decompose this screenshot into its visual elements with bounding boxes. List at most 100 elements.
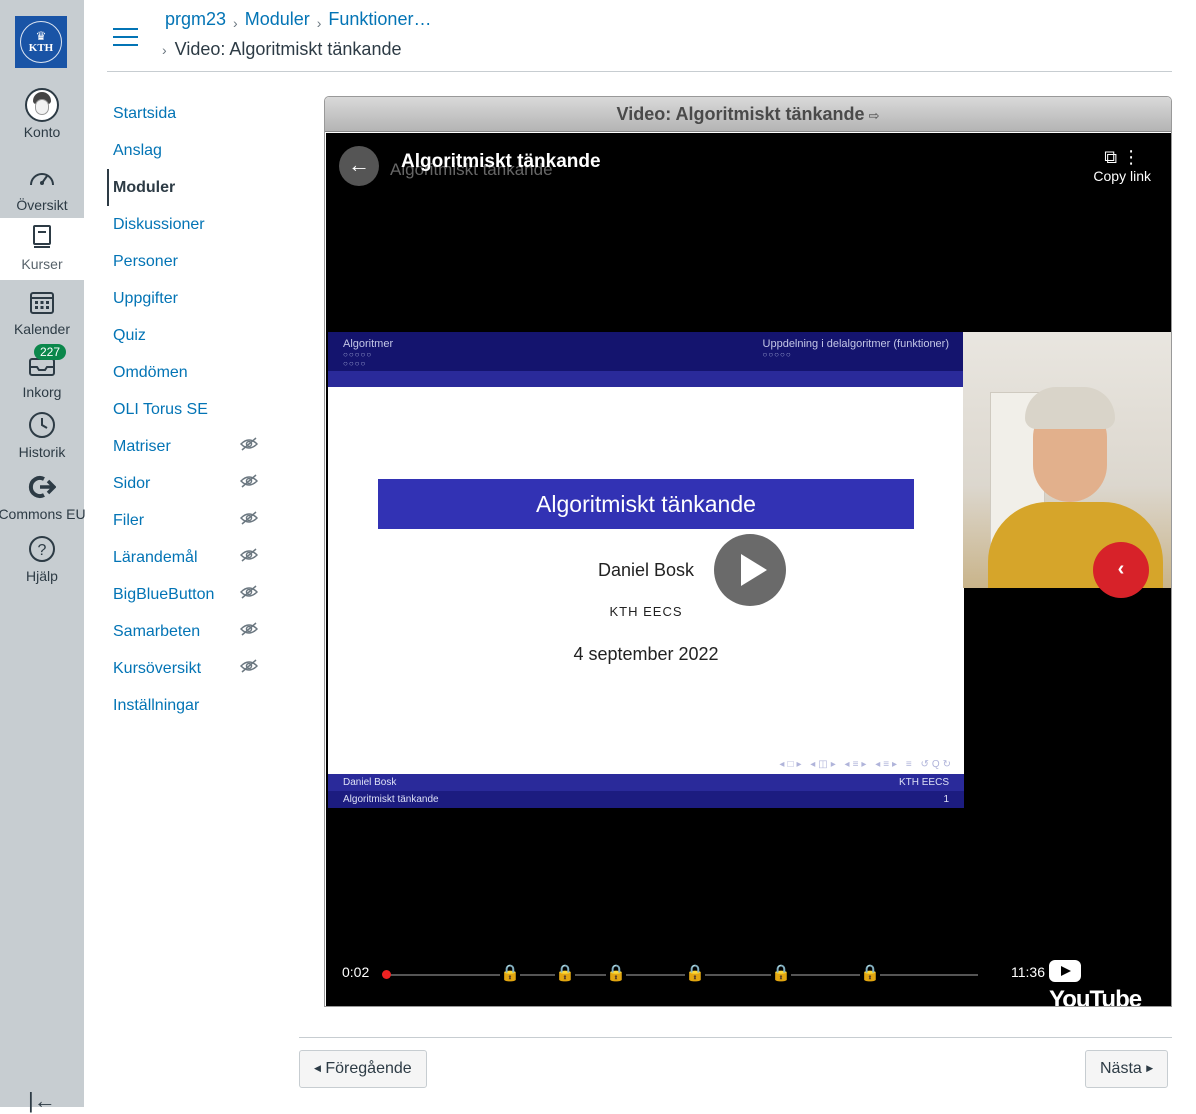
course-nav-label: Sidor	[113, 475, 151, 492]
chevron-right-icon: ›	[233, 15, 238, 31]
caret-right-icon: ▶	[1146, 1063, 1154, 1073]
course-nav-item[interactable]: Diskussioner	[107, 206, 277, 243]
lock-icon: 🔒	[500, 964, 520, 984]
course-nav-label: Quiz	[113, 327, 146, 344]
global-nav-commons[interactable]: Commons EU	[0, 472, 86, 534]
global-nav-label: Historik	[18, 444, 66, 460]
slide: Algoritmer○○○○○○○○○○ Uppdelning i delalg…	[328, 332, 964, 808]
course-nav-item[interactable]: Matriser	[107, 428, 277, 465]
course-nav-item[interactable]: Omdömen	[107, 354, 277, 391]
header-divider	[107, 71, 1172, 72]
course-nav-item[interactable]: Sidor	[107, 465, 277, 502]
slide-footer-title: Algoritmiskt tänkande	[343, 794, 439, 805]
help-icon: ?	[28, 534, 56, 564]
breadcrumb-modules[interactable]: Moduler	[245, 9, 310, 29]
course-menu-toggle-icon[interactable]	[113, 28, 138, 46]
account-avatar-icon	[25, 88, 59, 122]
commons-icon	[28, 472, 56, 502]
hidden-eye-icon	[239, 576, 259, 613]
chevron-right-icon: ›	[316, 15, 322, 31]
course-nav-item[interactable]: Anslag	[107, 132, 277, 169]
global-nav-history[interactable]: Historik	[0, 410, 84, 472]
copy-link-label: Copy link	[1093, 168, 1151, 184]
global-nav-label: Hjälp	[26, 568, 58, 584]
hidden-eye-icon	[239, 428, 259, 465]
global-nav-label: Inkorg	[22, 384, 62, 400]
lock-icon: 🔒	[860, 964, 880, 984]
global-nav-account[interactable]: Konto	[0, 88, 84, 152]
copy-icon: ⧉ ⋮	[1104, 147, 1141, 167]
hidden-eye-icon	[239, 502, 259, 539]
breadcrumb: prgm23 › Moduler › Funktioner…	[165, 8, 431, 31]
course-nav-label: Omdömen	[113, 364, 188, 381]
course-nav-label: Inställningar	[113, 697, 200, 714]
duration: 11:36	[1011, 964, 1045, 980]
slide-footer-page: 1	[943, 794, 949, 805]
course-nav-label: Moduler	[113, 179, 176, 196]
play-button[interactable]	[714, 534, 786, 606]
course-nav-label: Samarbeten	[113, 623, 201, 640]
lock-icon: 🔒	[555, 964, 575, 984]
kth-logo[interactable]: ♛ KTH	[15, 16, 67, 68]
slide-footer-org: KTH EECS	[898, 777, 949, 788]
lock-icon: 🔒	[606, 964, 626, 984]
course-nav-item[interactable]: Personer	[107, 243, 277, 280]
course-nav-item[interactable]: Lärandemål	[107, 539, 277, 576]
logo-ring	[20, 21, 62, 63]
global-nav-label: Kurser	[21, 256, 63, 272]
breadcrumb-course[interactable]: prgm23	[165, 9, 226, 29]
next-label: Nästa	[1100, 1060, 1142, 1077]
copy-link-button[interactable]: ⧉ ⋮ Copy link	[1093, 147, 1151, 184]
course-nav-label: OLI Torus SE	[113, 401, 208, 418]
youtube-player[interactable]: Algoritmiskt tänkande ← Algoritmiskt tän…	[326, 133, 1171, 1007]
course-nav-label: Diskussioner	[113, 216, 205, 233]
global-nav-calendar[interactable]: Kalender	[0, 287, 84, 349]
global-nav-courses[interactable]: Kurser	[0, 218, 84, 280]
course-nav-item[interactable]: Inställningar	[107, 687, 277, 724]
course-nav: Startsida Anslag Moduler Diskussioner Person…	[107, 95, 277, 724]
progress-bar[interactable]	[386, 974, 978, 976]
course-nav-item[interactable]: Startsida	[107, 95, 277, 132]
hidden-eye-icon	[239, 539, 259, 576]
course-nav-item[interactable]: Uppgifter	[107, 280, 277, 317]
youtube-wordmark: YouTube	[1049, 986, 1142, 1007]
course-nav-label: BigBlueButton	[113, 586, 215, 603]
course-nav-item[interactable]: Kursöversikt	[107, 650, 277, 687]
course-nav-label: Lärandemål	[113, 549, 198, 566]
global-nav-help[interactable]: ? Hjälp	[0, 534, 84, 596]
previous-button[interactable]: ◀ Föregående	[299, 1050, 427, 1088]
slide-title: Algoritmiskt tänkande	[378, 479, 914, 529]
course-nav-label: Personer	[113, 253, 178, 270]
global-nav-label: Commons EU	[0, 506, 86, 522]
course-nav-item[interactable]: BigBlueButton	[107, 576, 277, 613]
global-nav: ♛ KTH Konto Översikt Kurser Kalender Ink…	[0, 0, 86, 1113]
course-nav-item[interactable]: Quiz	[107, 317, 277, 354]
course-nav-item[interactable]: Filer	[107, 502, 277, 539]
course-nav-label: Startsida	[113, 105, 177, 122]
player-title[interactable]: Algoritmiskt tänkande	[401, 151, 601, 173]
youtube-play-icon	[1049, 960, 1081, 982]
youtube-logo[interactable]: YouTube	[1049, 958, 1171, 1007]
course-nav-item[interactable]: Samarbeten	[107, 613, 277, 650]
global-nav-dashboard[interactable]: Översikt	[0, 163, 84, 225]
collapse-nav-icon[interactable]: |←	[28, 1088, 56, 1114]
progress-handle[interactable]	[382, 970, 391, 979]
course-nav-item[interactable]: OLI Torus SE	[107, 391, 277, 428]
chevron-left-icon[interactable]: ‹	[1093, 542, 1149, 598]
next-button[interactable]: Nästa ▶	[1085, 1050, 1169, 1088]
breadcrumb-current-label: Video: Algoritmiskt tänkande	[174, 39, 402, 59]
course-nav-item[interactable]: Moduler	[107, 169, 277, 206]
slide-footer-author: Daniel Bosk	[343, 777, 397, 788]
breadcrumb-current: › Video: Algoritmiskt tänkande	[162, 38, 401, 61]
breadcrumb-module[interactable]: Funktioner…	[328, 9, 431, 29]
course-nav-label: Filer	[113, 512, 145, 529]
inbox-unread-badge: 227	[34, 344, 67, 360]
course-nav-label: Anslag	[113, 142, 162, 159]
footer-divider	[299, 1037, 1172, 1038]
dashboard-icon	[28, 163, 56, 193]
course-nav-label: Uppgifter	[113, 290, 178, 307]
back-arrow-icon[interactable]: ←	[339, 146, 379, 186]
hidden-eye-icon	[239, 613, 259, 650]
external-link-icon[interactable]: ⇨	[869, 108, 880, 123]
global-nav-label: Konto	[23, 124, 61, 140]
